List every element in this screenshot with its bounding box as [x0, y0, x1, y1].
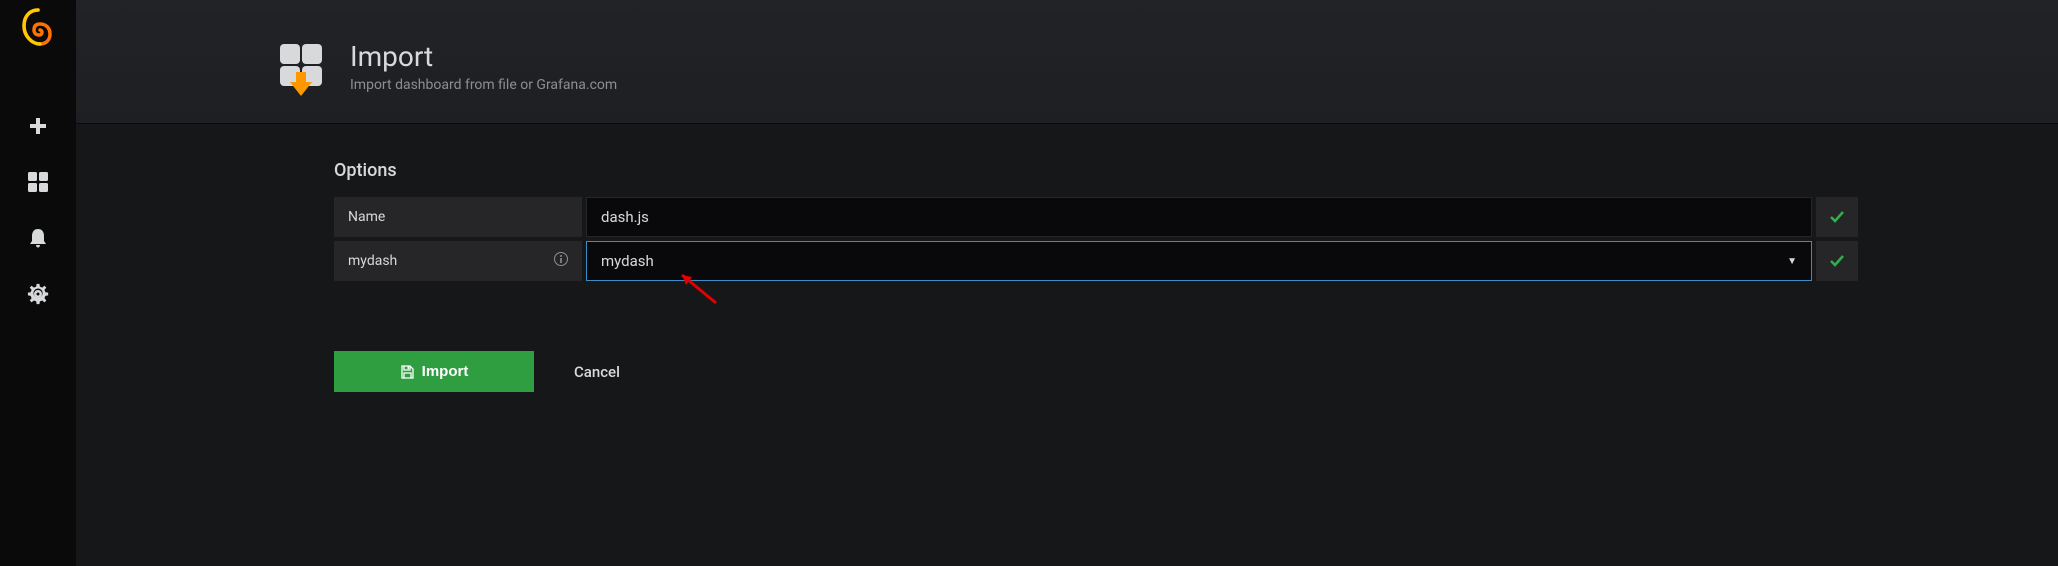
add-icon[interactable] [0, 98, 76, 154]
import-page-icon [276, 42, 326, 92]
form-row-datasource: mydash mydash ▼ [334, 241, 1858, 281]
gear-icon[interactable] [0, 266, 76, 322]
page-title: Import [350, 40, 617, 73]
cancel-button[interactable]: Cancel [574, 363, 620, 381]
save-icon [400, 365, 414, 379]
status-check-icon [1816, 197, 1858, 237]
form-row-name: Name [334, 197, 1858, 237]
name-input[interactable] [586, 197, 1812, 237]
bell-icon[interactable] [0, 210, 76, 266]
page-header: Import Import dashboard from file or Gra… [76, 0, 2058, 124]
label-datasource: mydash [334, 241, 582, 281]
import-button[interactable]: Import [334, 351, 534, 392]
label-name: Name [334, 197, 582, 237]
main-content: Import Import dashboard from file or Gra… [76, 0, 2058, 566]
form-actions: Import Cancel [334, 351, 1858, 392]
info-icon[interactable] [554, 252, 568, 270]
dashboards-icon[interactable] [0, 154, 76, 210]
grafana-logo[interactable] [18, 8, 58, 48]
chevron-down-icon: ▼ [1773, 256, 1811, 267]
options-heading: Options [334, 160, 1858, 181]
status-check-icon [1816, 241, 1858, 281]
datasource-select[interactable]: mydash ▼ [586, 241, 1812, 281]
sidebar [0, 0, 76, 566]
page-subtitle: Import dashboard from file or Grafana.co… [350, 77, 617, 93]
